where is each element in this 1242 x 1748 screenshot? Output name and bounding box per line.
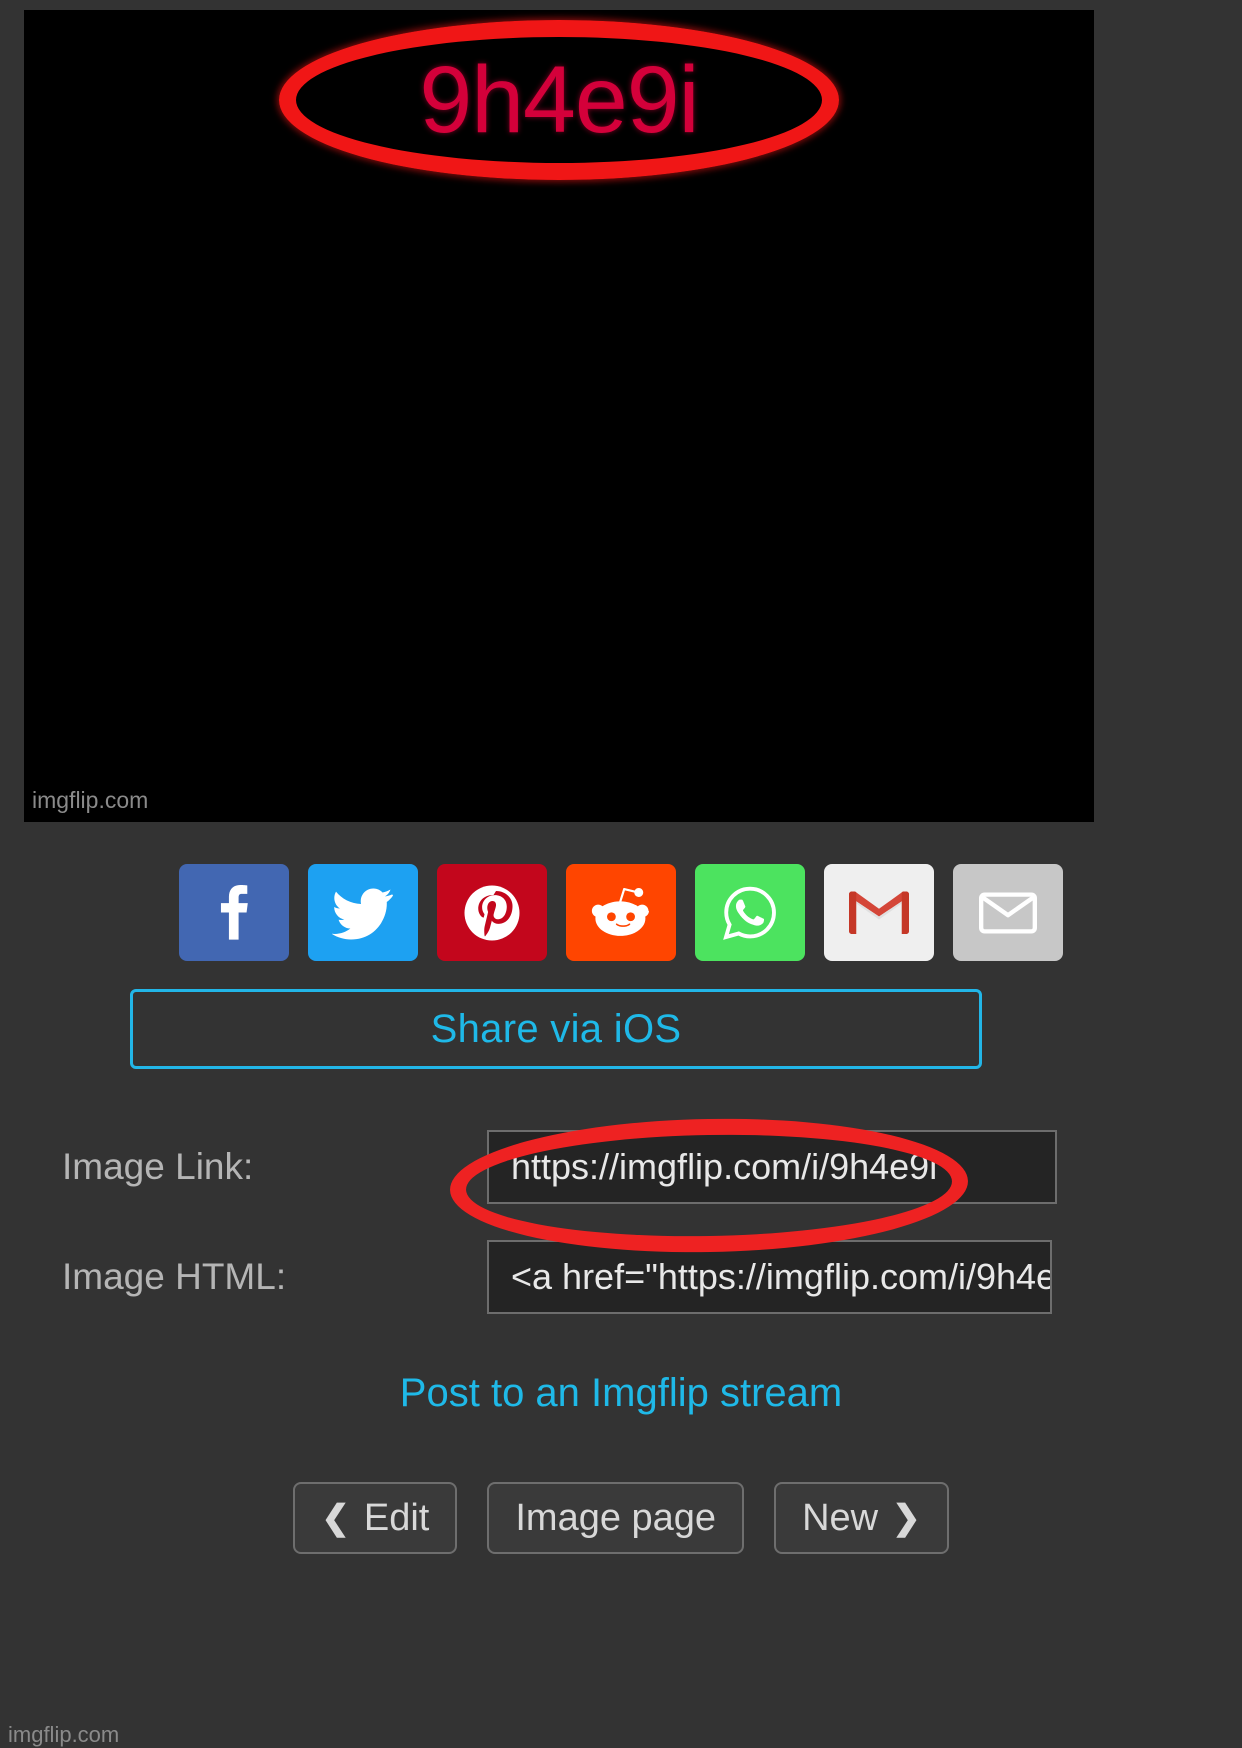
bottom-button-row: ❮ Edit Image page New ❯ — [0, 1482, 1242, 1554]
page-watermark: imgflip.com — [8, 1722, 120, 1747]
share-pinterest-button[interactable] — [437, 864, 547, 961]
pinterest-icon — [462, 883, 522, 943]
gmail-icon — [849, 890, 909, 936]
social-share-row — [0, 864, 1242, 961]
share-whatsapp-button[interactable] — [695, 864, 805, 961]
facebook-icon — [205, 884, 263, 942]
edit-button[interactable]: ❮ Edit — [293, 1482, 458, 1554]
image-page-button[interactable]: Image page — [487, 1482, 745, 1554]
share-reddit-button[interactable] — [566, 864, 676, 961]
image-html-label: Image HTML: — [62, 1256, 287, 1297]
share-page: 9h4e9i imgflip.com Share via iOS Image L… — [0, 0, 1242, 1748]
twitter-icon — [332, 882, 394, 944]
chevron-left-icon: ❮ — [321, 1499, 350, 1537]
chevron-right-icon: ❯ — [892, 1499, 921, 1537]
new-button-label: New — [802, 1496, 879, 1539]
meme-image[interactable]: 9h4e9i imgflip.com — [24, 10, 1094, 822]
image-page-button-label: Image page — [515, 1496, 717, 1539]
post-to-stream-link[interactable]: Post to an Imgflip stream — [0, 1371, 1242, 1416]
image-link-row: Image Link: https://imgflip.com/i/9h4e9i — [0, 1130, 1242, 1204]
new-button[interactable]: New ❯ — [774, 1482, 949, 1554]
envelope-icon — [979, 891, 1037, 934]
share-gmail-button[interactable] — [824, 864, 934, 961]
share-twitter-button[interactable] — [308, 864, 418, 961]
edit-button-label: Edit — [363, 1496, 430, 1539]
whatsapp-icon — [719, 882, 781, 944]
meme-id-text: 9h4e9i — [419, 46, 699, 153]
share-via-ios-button[interactable]: Share via iOS — [130, 989, 982, 1069]
reddit-icon — [589, 881, 653, 945]
image-link-input[interactable]: https://imgflip.com/i/9h4e9i — [487, 1130, 1057, 1204]
image-html-input[interactable]: <a href="https://imgflip.com/i/9h4e9i"><… — [487, 1240, 1052, 1314]
image-watermark: imgflip.com — [32, 787, 149, 813]
meme-id-annotation: 9h4e9i — [279, 20, 839, 180]
share-facebook-button[interactable] — [179, 864, 289, 961]
image-link-label: Image Link: — [62, 1146, 254, 1187]
image-html-row: Image HTML: <a href="https://imgflip.com… — [0, 1240, 1242, 1314]
share-email-button[interactable] — [953, 864, 1063, 961]
